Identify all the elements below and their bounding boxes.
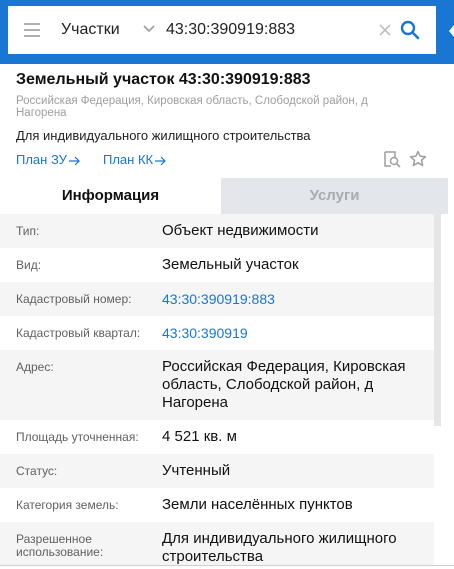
- tab-services[interactable]: Услуги: [221, 178, 448, 214]
- row-value: 4 521 кв. м: [162, 428, 237, 445]
- object-card-header: Земельный участок 43:30:390919:883 Росси…: [0, 64, 454, 178]
- tab-bar: Информация Услуги: [0, 178, 448, 214]
- table-row: Вид: Земельный участок: [0, 248, 434, 282]
- tab-information[interactable]: Информация: [0, 178, 221, 214]
- plan-kk-link[interactable]: План КК: [103, 152, 166, 167]
- cadastral-number-link[interactable]: 43:30:390919:883: [162, 282, 434, 316]
- scrollbar[interactable]: [434, 214, 448, 569]
- arrow-right-icon: [155, 156, 166, 165]
- row-label: Статус:: [16, 464, 58, 478]
- search-input[interactable]: [166, 18, 366, 42]
- search-icon[interactable]: [400, 20, 420, 40]
- cadastral-quarter-link[interactable]: 43:30:390919: [162, 316, 434, 350]
- row-label: Вид:: [16, 258, 42, 272]
- search-box: Участки: [8, 6, 436, 54]
- table-row: Адрес: Российская Федерация, Кировская о…: [0, 350, 434, 420]
- star-icon[interactable]: [409, 150, 427, 168]
- attributes-table: Тип: Объект недвижимости Вид: Земельный …: [0, 214, 434, 569]
- chevron-down-icon: [143, 25, 155, 33]
- row-label: Кадастровый квартал:: [16, 326, 141, 340]
- table-row: Площадь уточненная: 4 521 кв. м: [0, 420, 434, 454]
- table-row: Кадастровый квартал: 43:30:390919: [0, 316, 434, 350]
- object-type-select[interactable]: Участки: [61, 6, 171, 54]
- row-label: Адрес:: [16, 360, 54, 374]
- row-label: Тип:: [16, 224, 40, 238]
- row-label: Площадь уточненная:: [16, 430, 139, 444]
- page: Участки Земельный участок 43:30:390919:8…: [0, 0, 454, 569]
- plan-zu-link[interactable]: План ЗУ: [16, 152, 80, 167]
- row-label: Категория земель:: [16, 498, 119, 512]
- table-row: Категория земель: Земли населённых пункт…: [0, 488, 434, 522]
- clear-icon[interactable]: [377, 22, 393, 38]
- row-value: Учтенный: [162, 462, 231, 479]
- divider: [0, 565, 454, 569]
- table-row: Кадастровый номер: 43:30:390919:883: [0, 282, 434, 316]
- document-search-icon[interactable]: [383, 150, 401, 168]
- menu-icon[interactable]: [24, 23, 40, 37]
- row-value: Российская Федерация, Кировская область,…: [162, 358, 406, 411]
- collapse-panel-icon[interactable]: [448, 22, 454, 40]
- row-value: Земельный участок: [162, 256, 299, 273]
- plan-kk-label: План КК: [103, 152, 154, 167]
- arrow-right-icon: [68, 156, 80, 165]
- scrollbar-thumb[interactable]: [434, 214, 441, 426]
- row-label: Разрешенное использование:: [16, 532, 104, 559]
- row-value: Для индивидуального жилищного строительс…: [162, 530, 397, 565]
- object-title: Земельный участок 43:30:390919:883: [16, 71, 311, 88]
- plan-zu-label: План ЗУ: [16, 152, 67, 167]
- table-row: Тип: Объект недвижимости: [0, 214, 434, 248]
- row-value: Объект недвижимости: [162, 222, 319, 239]
- table-row: Разрешенное использование: Для индивидуа…: [0, 522, 434, 569]
- object-purpose: Для индивидуального жилищного строительс…: [16, 128, 311, 143]
- table-row: Статус: Учтенный: [0, 454, 434, 488]
- object-address: Российская Федерация, Кировская область,…: [16, 95, 368, 119]
- row-label: Кадастровый номер:: [16, 292, 132, 306]
- row-value: Земли населённых пунктов: [162, 496, 353, 513]
- top-bar: Участки: [0, 0, 454, 64]
- object-type-label: Участки: [61, 21, 120, 38]
